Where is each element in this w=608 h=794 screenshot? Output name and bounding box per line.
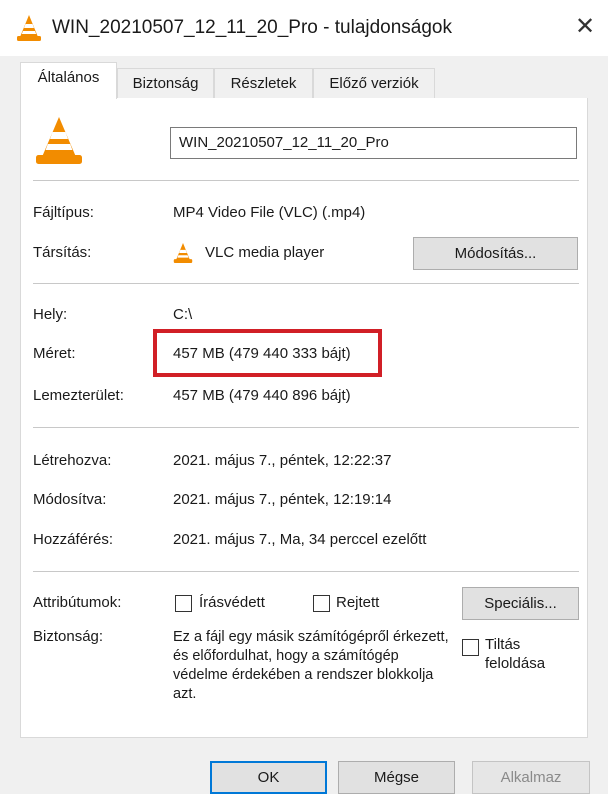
window-title: WIN_20210507_12_11_20_Pro - tulajdonságo… xyxy=(52,17,453,38)
created-label: Létrehozva: xyxy=(33,452,112,469)
modified-label: Módosítva: xyxy=(33,491,107,508)
accessed-label: Hozzáférés: xyxy=(33,531,114,548)
separator xyxy=(33,427,579,428)
opens-with-value: VLC media player xyxy=(205,244,325,261)
unblock-checkbox[interactable] xyxy=(462,639,479,656)
security-description: Ez a fájl egy másik számítógépről érkeze… xyxy=(173,629,449,702)
file-type-label: Fájltípus: xyxy=(33,204,94,221)
readonly-checkbox[interactable] xyxy=(175,595,192,612)
tab-security[interactable]: Biztonság xyxy=(117,68,214,98)
tab-details[interactable]: Részletek xyxy=(214,68,313,98)
close-button[interactable]: ✕ xyxy=(570,12,600,42)
hidden-label[interactable]: Rejtett xyxy=(336,594,379,611)
file-name-input[interactable]: WIN_20210507_12_11_20_Pro xyxy=(170,127,577,159)
advanced-button[interactable]: Speciális... xyxy=(462,587,579,620)
size-on-disk-label: Lemezterület: xyxy=(33,387,124,404)
readonly-label[interactable]: Írásvédett xyxy=(199,594,265,611)
size-on-disk-value: 457 MB (479 440 896 bájt) xyxy=(173,387,351,404)
hidden-checkbox[interactable] xyxy=(313,595,330,612)
file-type-value: MP4 Video File (VLC) (.mp4) xyxy=(173,204,366,221)
unblock-label-line2[interactable]: feloldása xyxy=(485,655,545,672)
separator xyxy=(33,571,579,572)
size-highlight-box xyxy=(153,329,382,377)
unblock-label-line1[interactable]: Tiltás xyxy=(485,636,520,653)
ok-button[interactable]: OK xyxy=(210,761,327,794)
apply-button[interactable]: Alkalmaz xyxy=(472,761,590,794)
security-label: Biztonság: xyxy=(33,628,104,645)
separator xyxy=(33,283,579,284)
location-label: Hely: xyxy=(33,306,68,323)
change-button[interactable]: Módosítás... xyxy=(413,237,578,270)
attributes-label: Attribútumok: xyxy=(33,594,122,611)
opens-with-label: Társítás: xyxy=(33,244,92,261)
tab-general[interactable]: Általános xyxy=(20,62,117,99)
accessed-value: 2021. május 7., Ma, 34 perccel ezelőtt xyxy=(173,531,427,548)
cancel-button[interactable]: Mégse xyxy=(338,761,455,794)
vlc-file-icon xyxy=(36,117,82,164)
created-value: 2021. május 7., péntek, 12:22:37 xyxy=(173,452,392,469)
location-value: C:\ xyxy=(173,306,193,323)
vlc-app-icon xyxy=(173,243,193,263)
vlc-cone-icon xyxy=(17,15,41,41)
modified-value: 2021. május 7., péntek, 12:19:14 xyxy=(173,491,392,508)
tab-previous-versions[interactable]: Előző verziók xyxy=(313,68,435,98)
size-label: Méret: xyxy=(33,345,76,362)
separator xyxy=(33,180,579,181)
